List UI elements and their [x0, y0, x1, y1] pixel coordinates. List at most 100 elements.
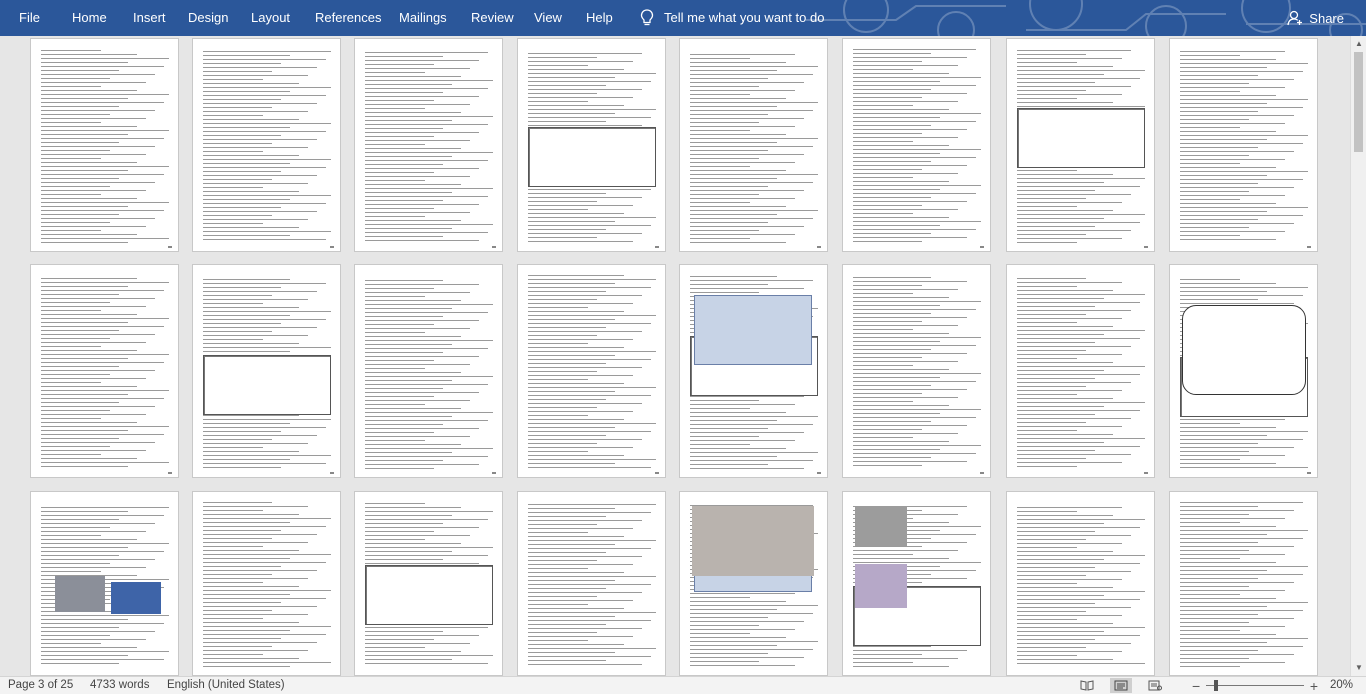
text-line [203, 303, 263, 304]
web-layout-button[interactable] [1144, 678, 1166, 693]
language-indicator[interactable]: English (United States) [167, 679, 285, 691]
tab-view[interactable]: View [534, 0, 562, 36]
document-page[interactable] [30, 38, 179, 252]
text-line [203, 239, 326, 240]
text-line [41, 527, 110, 528]
document-page[interactable] [1169, 491, 1318, 676]
document-page[interactable] [842, 38, 991, 252]
document-page[interactable] [1006, 38, 1155, 252]
text-line [1017, 366, 1145, 367]
text-line [203, 590, 331, 591]
text-line [365, 52, 488, 53]
text-line [1017, 66, 1113, 67]
text-line [365, 96, 479, 97]
text-line [41, 322, 128, 323]
zoom-level[interactable]: 20% [1330, 679, 1353, 691]
document-page[interactable] [517, 264, 666, 478]
document-page[interactable] [1006, 264, 1155, 478]
text-line [41, 619, 128, 620]
tab-help[interactable]: Help [586, 0, 613, 36]
text-line [690, 74, 813, 75]
text-line [365, 280, 443, 281]
zoom-out-icon[interactable]: − [1192, 677, 1200, 694]
text-line [203, 319, 326, 320]
tab-design[interactable]: Design [188, 0, 228, 36]
document-page[interactable] [192, 491, 341, 676]
word-count[interactable]: 4733 words [90, 679, 149, 691]
text-line [528, 524, 597, 525]
text-line [528, 584, 651, 585]
document-page[interactable] [30, 491, 179, 676]
document-page[interactable] [354, 38, 503, 252]
text-line [1180, 63, 1308, 64]
text-line [690, 633, 750, 634]
text-line [41, 146, 155, 147]
page-indicator[interactable]: Page 3 of 25 [8, 679, 73, 691]
tab-file[interactable]: File [19, 0, 40, 36]
text-line [528, 189, 651, 190]
text-line [853, 662, 913, 663]
tab-layout[interactable]: Layout [251, 0, 290, 36]
document-page[interactable] [192, 264, 341, 478]
scroll-down-icon[interactable]: ▼ [1351, 660, 1366, 676]
text-line [1180, 303, 1294, 304]
text-line [853, 281, 967, 282]
print-layout-button[interactable] [1110, 678, 1132, 693]
vertical-scrollbar[interactable]: ▲ ▼ [1350, 36, 1366, 676]
scroll-thumb[interactable] [1354, 52, 1363, 152]
scroll-up-icon[interactable]: ▲ [1351, 36, 1366, 52]
text-line [690, 242, 786, 243]
text-line [41, 462, 169, 463]
text-line [853, 449, 940, 450]
tell-me-search[interactable]: Tell me what you want to do [640, 0, 824, 36]
zoom-thumb[interactable] [1213, 680, 1218, 691]
document-page[interactable] [679, 38, 828, 252]
text-line [1180, 546, 1294, 547]
document-page[interactable] [517, 38, 666, 252]
text-line [203, 235, 290, 236]
text-line [1180, 219, 1258, 220]
tab-home[interactable]: Home [72, 0, 107, 36]
document-page[interactable] [679, 491, 828, 676]
document-page[interactable] [1169, 264, 1318, 478]
document-page[interactable] [679, 264, 828, 478]
document-canvas[interactable] [0, 36, 1350, 676]
tab-insert[interactable]: Insert [133, 0, 166, 36]
text-line [528, 225, 651, 226]
text-line [41, 643, 101, 644]
document-page[interactable] [192, 38, 341, 252]
page-number [1307, 246, 1311, 248]
document-page[interactable] [1169, 38, 1318, 252]
zoom-slider[interactable]: − + [1192, 677, 1318, 694]
text-line [690, 444, 750, 445]
document-page[interactable] [354, 491, 503, 676]
text-line [41, 62, 128, 63]
text-line [365, 384, 488, 385]
tab-mailings[interactable]: Mailings [399, 0, 447, 36]
document-page[interactable] [842, 264, 991, 478]
tab-references[interactable]: References [315, 0, 381, 36]
text-line [1180, 199, 1240, 200]
tab-review[interactable]: Review [471, 0, 514, 36]
text-line [203, 159, 331, 160]
share-button[interactable]: Share [1287, 0, 1344, 36]
text-line [1017, 631, 1104, 632]
document-page[interactable] [354, 264, 503, 478]
text-line [1017, 591, 1145, 592]
zoom-in-icon[interactable]: + [1310, 677, 1318, 694]
photo-figure [855, 506, 907, 546]
text-line [365, 511, 493, 512]
document-page[interactable] [842, 491, 991, 676]
text-line [365, 503, 425, 504]
text-line [41, 402, 119, 403]
document-page[interactable] [30, 264, 179, 478]
document-page[interactable] [1006, 491, 1155, 676]
text-line [1180, 526, 1276, 527]
document-page[interactable] [517, 491, 666, 676]
read-mode-button[interactable] [1076, 678, 1098, 693]
text-line [853, 189, 940, 190]
text-line [1017, 378, 1095, 379]
text-line [1180, 227, 1249, 228]
text-line [528, 347, 624, 348]
page-number [980, 472, 984, 474]
